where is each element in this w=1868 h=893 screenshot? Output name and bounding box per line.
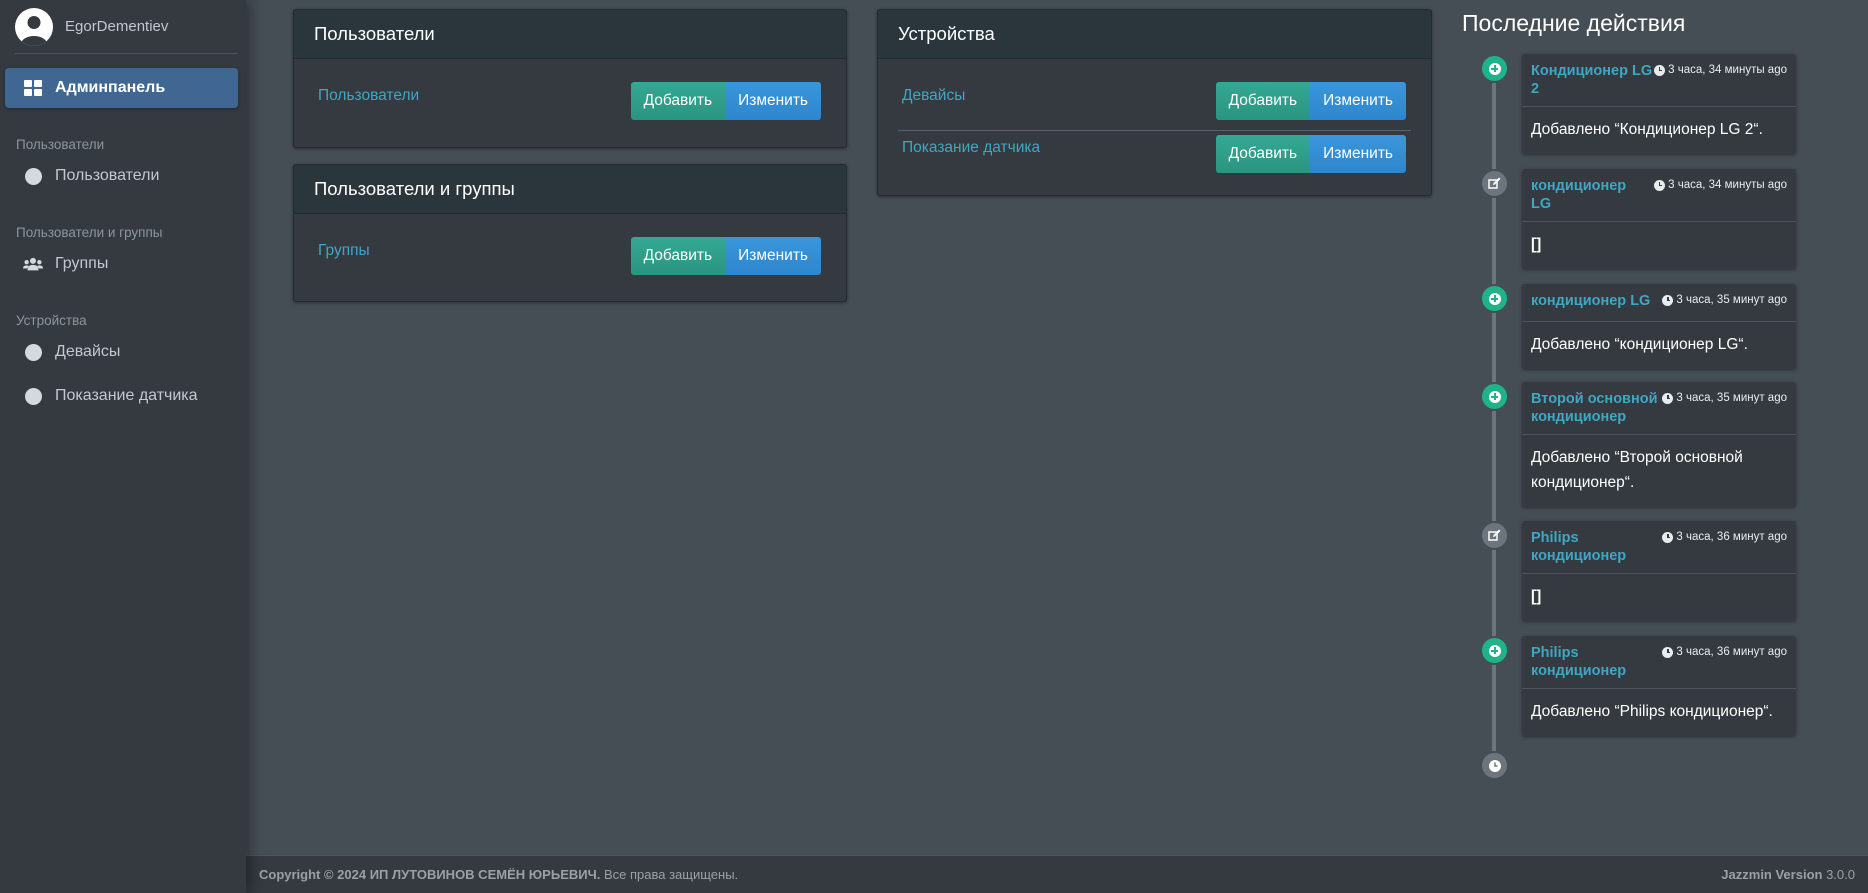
timeline-item-body: [] (1531, 236, 1542, 253)
model-row: Девайсы Добавить Изменить (898, 59, 1411, 131)
timeline-item-time: 3 часа, 36 минут ago (1676, 531, 1787, 543)
timeline-item: Кондиционер LG 2 3 часа, 34 минуты ago Д… (1522, 54, 1796, 154)
footer-version-label: Jazzmin Version (1721, 867, 1823, 882)
add-icon (1480, 284, 1509, 313)
timeline-item-link[interactable]: Philips кондиционер (1531, 644, 1631, 680)
model-link-groups[interactable]: Группы (318, 242, 370, 260)
card-title: Пользователи и группы (294, 165, 846, 214)
timeline-item-body: [] (1531, 588, 1542, 605)
timeline-item: кондиционер LG 3 часа, 35 минут ago Доба… (1522, 284, 1796, 369)
timeline-item-link[interactable]: Philips кондиционер (1531, 529, 1631, 565)
sidebar: EgorDementiev Админпанель Пользователи П… (0, 0, 246, 893)
edit-button[interactable]: Изменить (1310, 135, 1406, 173)
sidebar-item-label: Группы (55, 255, 109, 272)
footer: Copyright © 2024 ИП ЛУТОВИНОВ СЕМЁН ЮРЬЕ… (246, 855, 1868, 893)
sidebar-item-users[interactable]: Пользователи (5, 156, 238, 196)
add-icon (1480, 54, 1509, 83)
card-title: Пользователи (294, 10, 846, 59)
model-link-sensor-readings[interactable]: Показание датчика (902, 139, 1040, 157)
edit-icon (1480, 521, 1509, 550)
clock-icon (1662, 393, 1674, 404)
timeline-item: Philips кондиционер 3 часа, 36 минут ago… (1522, 636, 1796, 736)
sidebar-item-label: Пользователи (55, 167, 160, 184)
timeline-item-link[interactable]: кондиционер LG (1531, 292, 1650, 313)
sidebar-section-header: Пользователи и группы (16, 225, 163, 240)
model-row: Показание датчика Добавить Изменить (878, 131, 1431, 173)
circle-icon (23, 166, 43, 186)
footer-rights: Все права защищены. (603, 867, 739, 882)
timeline-item-body: Добавлено “Кондиционер LG 2“. (1531, 121, 1763, 138)
edit-button[interactable]: Изменить (725, 237, 821, 275)
timeline-item-time: 3 часа, 34 минуты ago (1668, 179, 1787, 191)
sidebar-item-admin-panel[interactable]: Админпанель (5, 68, 238, 108)
timeline-item: кондиционер LG 3 часа, 34 минуты ago [] (1522, 169, 1796, 269)
timeline-item-time: 3 часа, 36 минут ago (1676, 646, 1787, 658)
timeline-item-link[interactable]: Кондиционер LG 2 (1531, 62, 1654, 98)
clock-icon (1654, 180, 1666, 191)
model-link-users[interactable]: Пользователи (318, 87, 419, 105)
add-button[interactable]: Добавить (630, 237, 726, 275)
edit-button[interactable]: Изменить (725, 82, 821, 120)
circle-icon (23, 342, 43, 362)
sidebar-item-label: Девайсы (55, 343, 121, 360)
groups-card: Пользователи и группы Группы Добавить Из… (293, 164, 847, 302)
devices-card: Устройства Девайсы Добавить Изменить Пок… (877, 9, 1432, 196)
timeline-item-link[interactable]: Второй основной кондиционер (1531, 390, 1662, 426)
clock-icon (1662, 532, 1674, 543)
sidebar-section-header: Устройства (16, 313, 87, 328)
sidebar-item-devices[interactable]: Девайсы (5, 332, 238, 372)
sidebar-nav: Админпанель Пользователи Пользователи По… (0, 68, 246, 416)
sidebar-item-label: Показание датчика (55, 387, 198, 404)
timeline-item-time: 3 часа, 35 минут ago (1676, 392, 1787, 404)
users-group-icon (23, 254, 43, 274)
clock-icon (1654, 65, 1666, 76)
recent-actions-title: Последние действия (1462, 10, 1686, 36)
timeline-item: Philips кондиционер 3 часа, 36 минут ago… (1522, 521, 1796, 621)
timeline-item-body: Добавлено “Philips кондиционер“. (1531, 703, 1773, 720)
sidebar-item-sensor-readings[interactable]: Показание датчика (5, 376, 238, 416)
add-icon (1480, 636, 1509, 665)
clock-icon (1480, 751, 1509, 780)
timeline-item: Второй основной кондиционер 3 часа, 35 м… (1522, 382, 1796, 507)
model-row: Пользователи Добавить Изменить (294, 59, 846, 120)
user-avatar-icon (15, 7, 53, 46)
users-card: Пользователи Пользователи Добавить Измен… (293, 9, 847, 148)
timeline-item-body: Добавлено “Второй основной кондиционер“. (1531, 449, 1743, 491)
model-link-devices[interactable]: Девайсы (902, 87, 965, 105)
clock-icon (1662, 295, 1674, 306)
sidebar-section-header: Пользователи (16, 137, 105, 152)
user-panel[interactable]: EgorDementiev (15, 0, 238, 54)
add-icon (1480, 382, 1509, 411)
edit-icon (1480, 169, 1509, 198)
sidebar-item-groups[interactable]: Группы (5, 244, 238, 284)
card-title: Устройства (878, 10, 1431, 59)
username[interactable]: EgorDementiev (65, 18, 168, 35)
sidebar-item-label: Админпанель (55, 79, 166, 96)
timeline-item-time: 3 часа, 34 минуты ago (1668, 64, 1787, 76)
dashboard-icon (23, 78, 43, 98)
edit-button[interactable]: Изменить (1310, 82, 1406, 120)
footer-copyright: Copyright © 2024 ИП ЛУТОВИНОВ СЕМЁН ЮРЬЕ… (259, 867, 601, 882)
model-row: Группы Добавить Изменить (294, 214, 846, 275)
circle-icon (23, 386, 43, 406)
timeline-item-body: Добавлено “кондиционер LG“. (1531, 336, 1748, 353)
clock-icon (1662, 647, 1674, 658)
timeline-item-time: 3 часа, 35 минут ago (1676, 294, 1787, 306)
add-button[interactable]: Добавить (1215, 82, 1311, 120)
footer-version: 3.0.0 (1826, 867, 1855, 882)
add-button[interactable]: Добавить (1215, 135, 1311, 173)
timeline-item-link[interactable]: кондиционер LG (1531, 177, 1631, 213)
add-button[interactable]: Добавить (630, 82, 726, 120)
